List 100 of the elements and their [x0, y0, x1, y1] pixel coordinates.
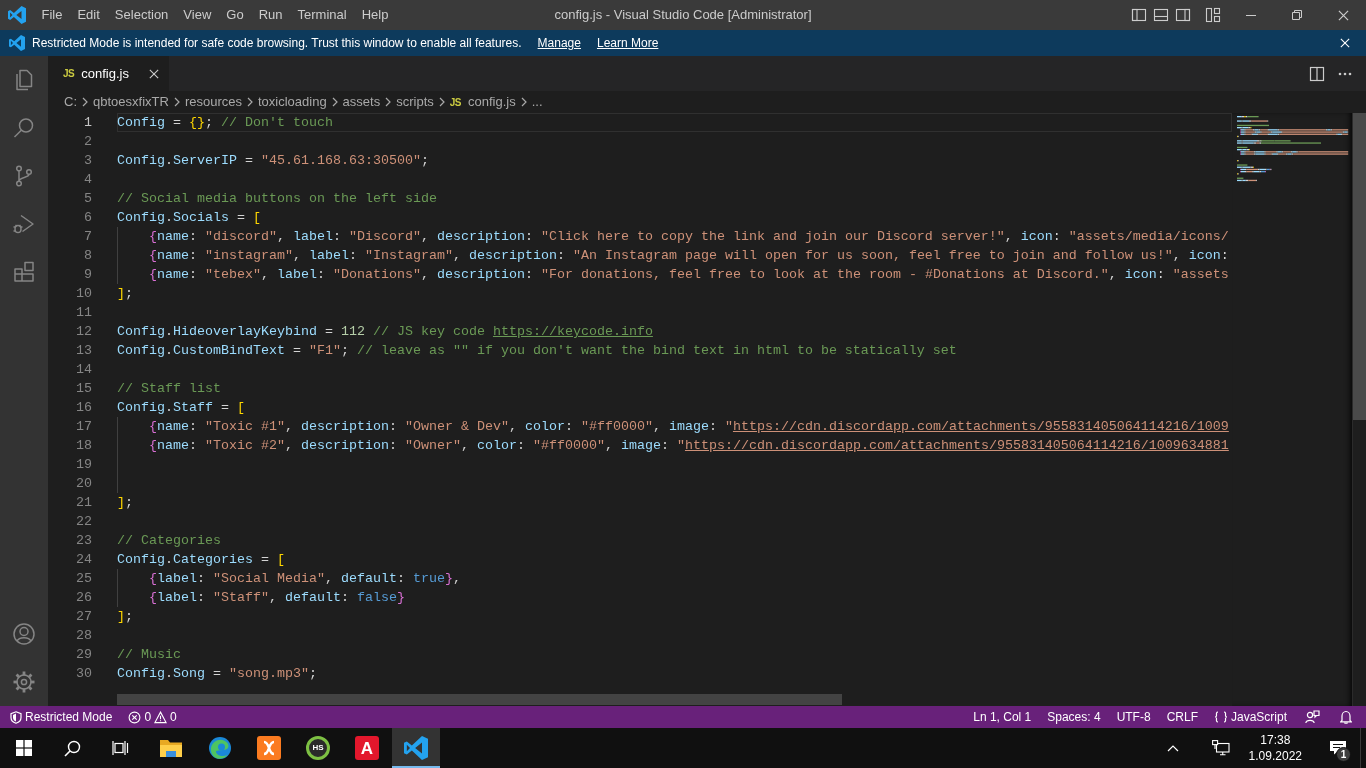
- chevron-icon: [82, 97, 88, 107]
- close-icon[interactable]: [148, 68, 159, 79]
- menu-item[interactable]: Run: [251, 0, 290, 30]
- line-number: 29: [75, 646, 92, 664]
- line-number: 21: [75, 494, 92, 512]
- breadcrumb-item[interactable]: config.js: [468, 92, 516, 112]
- clock-time[interactable]: 17:38: [1248, 732, 1302, 748]
- breadcrumb-item[interactable]: C:: [64, 92, 77, 112]
- code-line: {name: "discord", label: "Discord", description: "Click here to copy the link and join our Discord server!", icon: "assets/media/icons/: [149, 229, 1229, 244]
- breadcrumb-item[interactable]: ...: [531, 92, 543, 112]
- clock-date[interactable]: 1.09.2022: [1248, 748, 1302, 764]
- taskbar-app[interactable]: [392, 728, 440, 768]
- chevron-icon: [246, 97, 253, 107]
- line-number: 12: [75, 323, 92, 341]
- breadcrumb-item[interactable]: scripts: [396, 92, 434, 112]
- account-icon: [12, 622, 36, 646]
- bell-icon: [1340, 710, 1352, 724]
- line-number: 26: [75, 589, 92, 607]
- status-item[interactable]: Ln 1, Col 1: [965, 706, 1040, 728]
- menu-item[interactable]: Selection: [107, 0, 176, 30]
- banner-link[interactable]: Learn More: [596, 34, 659, 52]
- xampp-logo-icon: [257, 736, 281, 760]
- task-view-icon: [111, 740, 129, 756]
- code-line: {name: "instagram", label: "Instagram", description: "An Instagram page will open for us soon, feel free to join and follow us!", icon:: [149, 248, 1229, 263]
- code-line: // Categories: [117, 533, 221, 548]
- restore-icon: [1292, 10, 1302, 20]
- menu-item[interactable]: File: [34, 0, 70, 30]
- swirl-logo-icon: [208, 736, 232, 760]
- status-item[interactable]: Spaces: 4: [1039, 706, 1109, 728]
- menu-item[interactable]: Help: [354, 0, 396, 30]
- sidebar-layout-icon: [1175, 7, 1191, 23]
- split-editor-icon[interactable]: [1309, 65, 1325, 82]
- panel-layout-icon: [1153, 7, 1169, 23]
- line-number: 25: [75, 570, 92, 588]
- code-line: ];: [117, 495, 133, 510]
- line-number: 13: [75, 342, 92, 360]
- code-link[interactable]: https://keycode.info: [492, 324, 653, 339]
- line-number: 22: [75, 513, 92, 531]
- line-number: 5: [83, 190, 92, 208]
- file-icon: JS: [449, 94, 461, 110]
- breadcrumb-item[interactable]: toxicloading: [257, 92, 327, 112]
- editor-tab[interactable]: JS config.js: [48, 56, 169, 91]
- breadcrumb-item[interactable]: assets: [342, 92, 381, 112]
- breadcrumb-item[interactable]: resources: [184, 92, 242, 112]
- error-count[interactable]: 0: [144, 708, 152, 726]
- line-number: 30: [75, 665, 92, 683]
- vertical-scrollbar-thumb[interactable]: [1353, 113, 1366, 420]
- line-number: 18: [75, 437, 92, 455]
- banner-message: Restricted Mode is intended for safe code browsing. Trust this window to enable all features.: [32, 35, 522, 52]
- code-line: Config.Song = "song.mp3";: [117, 666, 317, 681]
- logo-icon: [8, 6, 26, 24]
- code-link[interactable]: https://cdn.discordapp.com/attachments/955831405064114216/1009: [732, 419, 1229, 434]
- folder-icon: [159, 738, 183, 758]
- line-number: 20: [75, 475, 92, 493]
- line-number: 2: [83, 133, 92, 151]
- code-line: Config.Categories = [: [117, 552, 285, 567]
- code-line: {name: "tebex", label: "Donations", description: "For donations, feel free to look at the room - #Donations at Discord.", icon: "assets: [149, 267, 1229, 282]
- line-number: 15: [75, 380, 92, 398]
- more-icon[interactable]: [1338, 71, 1352, 76]
- letter-logo-icon: A: [355, 736, 379, 760]
- menu-item[interactable]: Edit: [69, 0, 108, 30]
- notification-button[interactable]: 1: [1316, 728, 1360, 768]
- status-item[interactable]: Restricted Mode: [4, 706, 119, 728]
- sidebar-layout-icon: [1131, 7, 1147, 23]
- taskbar-app[interactable]: A: [343, 728, 391, 768]
- file-icon: JS: [63, 66, 75, 81]
- code-line: Config.HideoverlayKeybind = 112 // JS key code https://keycode.info: [117, 324, 653, 339]
- code-line: Config.Socials = [: [117, 210, 261, 225]
- minimize-icon: [1246, 14, 1256, 16]
- line-number: 8: [83, 247, 92, 265]
- line-number: 19: [75, 456, 92, 474]
- breadcrumb-item[interactable]: qbtoesxfixTR: [93, 92, 169, 112]
- windows-icon: [16, 740, 32, 756]
- line-number: 6: [83, 209, 92, 227]
- letter-logo-icon: HS: [306, 736, 330, 760]
- search-icon: [63, 739, 81, 757]
- line-number: 17: [75, 418, 92, 436]
- chevron-icon: [520, 97, 527, 107]
- notification-count: 1: [1336, 747, 1351, 762]
- code-link[interactable]: https://cdn.discordapp.com/attachments/955831405064114216/1009634881: [684, 438, 1229, 453]
- line-number: 11: [75, 304, 92, 322]
- banner-link[interactable]: Manage: [537, 34, 581, 52]
- horizontal-scrollbar-thumb[interactable]: [117, 694, 842, 705]
- status-item[interactable]: JavaScript: [1205, 706, 1295, 728]
- braces-icon: [1213, 711, 1228, 723]
- taskbar-app[interactable]: HS: [294, 728, 342, 768]
- warning-count[interactable]: 0: [170, 708, 177, 726]
- status-item[interactable]: CRLF: [1158, 706, 1206, 728]
- code-line: {name: "Toxic #2", description: "Owner", color: "#ff0000", image: "https://cdn.discordapp.com/attachments/955831405064114216/1009634881: [149, 438, 1229, 453]
- chevron-icon: [438, 97, 445, 107]
- run-debug-icon: [12, 212, 36, 236]
- chevron-up-icon: [1166, 744, 1179, 752]
- menu-item[interactable]: Go: [218, 0, 252, 30]
- line-number: 7: [83, 228, 92, 246]
- error-icon: [128, 710, 142, 724]
- search-icon: [12, 116, 36, 140]
- menu-item[interactable]: Terminal: [290, 0, 355, 30]
- line-number: 24: [75, 551, 92, 569]
- status-item[interactable]: UTF-8: [1108, 706, 1159, 728]
- menu-item[interactable]: View: [175, 0, 219, 30]
